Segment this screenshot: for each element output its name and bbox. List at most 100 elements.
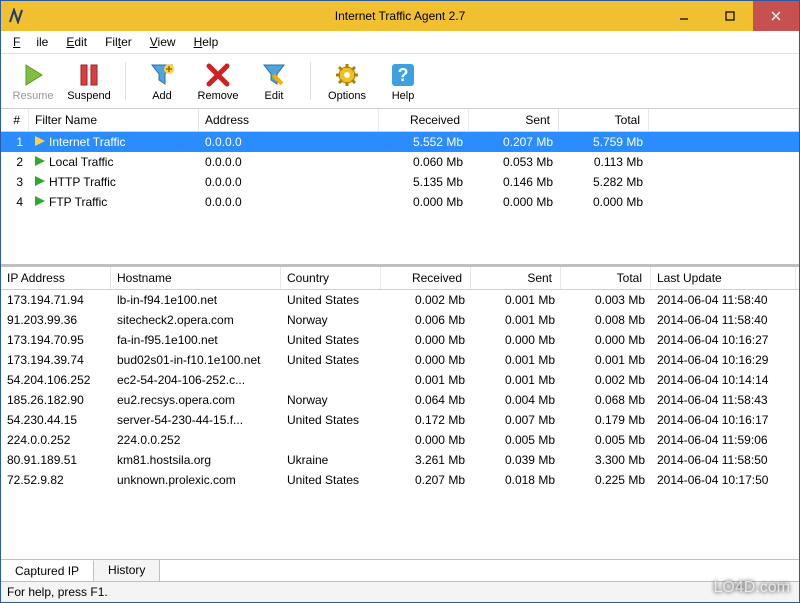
menu-help[interactable]: Help: [186, 33, 227, 51]
cell-total: 0.000 Mb: [559, 195, 649, 209]
cell-sent: 0.000 Mb: [471, 333, 561, 347]
cell-recv: 0.207 Mb: [381, 473, 471, 487]
captured-row[interactable]: 185.26.182.90eu2.recsys.opera.comNorway0…: [1, 390, 799, 410]
captured-row[interactable]: 91.203.99.36sitecheck2.opera.comNorway0.…: [1, 310, 799, 330]
cell-sent: 0.001 Mb: [471, 293, 561, 307]
play-icon: [35, 135, 45, 149]
options-button[interactable]: Options: [321, 58, 373, 104]
col-sent2[interactable]: Sent: [471, 267, 561, 289]
cell-total: 0.003 Mb: [561, 293, 651, 307]
resume-button[interactable]: Resume: [7, 58, 59, 104]
cell-recv: 0.172 Mb: [381, 413, 471, 427]
col-received[interactable]: Received: [379, 109, 469, 131]
minimize-button[interactable]: [661, 1, 707, 31]
cell-name: Local Traffic: [29, 155, 199, 169]
cell-ip: 173.194.70.95: [1, 333, 111, 347]
lower-pane: IP Address Hostname Country Received Sen…: [1, 265, 799, 581]
filter-row[interactable]: 2Local Traffic0.0.0.00.060 Mb0.053 Mb0.1…: [1, 152, 799, 172]
suspend-button[interactable]: Suspend: [63, 58, 115, 104]
filter-row[interactable]: 4FTP Traffic0.0.0.00.000 Mb0.000 Mb0.000…: [1, 192, 799, 212]
cell-time: 2014-06-04 11:58:43: [651, 393, 796, 407]
status-bar: For help, press F1.: [1, 581, 799, 602]
cell-country: Norway: [281, 393, 381, 407]
cell-sent: 0.053 Mb: [469, 155, 559, 169]
cell-country: United States: [281, 413, 381, 427]
cell-host: lb-in-f94.1e100.net: [111, 293, 281, 307]
captured-body: 173.194.71.94lb-in-f94.1e100.net United S…: [1, 290, 799, 559]
toolbar: Resume Suspend Add: [1, 54, 799, 109]
menu-view[interactable]: View: [142, 33, 184, 51]
filters-list: # Filter Name Address Received Sent Tota…: [1, 109, 799, 265]
menu-bar: File Edit Filter View Help: [1, 31, 799, 54]
col-update[interactable]: Last Update: [651, 267, 796, 289]
cell-sent: 0.146 Mb: [469, 175, 559, 189]
captured-row[interactable]: 54.230.44.15server-54-230-44-15.f...Unit…: [1, 410, 799, 430]
cell-name: Internet Traffic: [29, 135, 199, 149]
col-host[interactable]: Hostname: [111, 267, 281, 289]
cell-sent: 0.039 Mb: [471, 453, 561, 467]
cell-total: 3.300 Mb: [561, 453, 651, 467]
help-button[interactable]: ? Help: [377, 58, 429, 104]
menu-filter[interactable]: Filter: [97, 33, 140, 51]
cell-num: 2: [1, 155, 29, 169]
maximize-button[interactable]: [707, 1, 753, 31]
col-total2[interactable]: Total: [561, 267, 651, 289]
col-num[interactable]: #: [1, 109, 29, 131]
close-button[interactable]: [753, 1, 799, 31]
menu-file[interactable]: File: [5, 33, 56, 51]
help-label: Help: [392, 90, 415, 102]
tab-captured-ip[interactable]: Captured IP: [1, 560, 94, 581]
captured-row[interactable]: 72.52.9.82unknown.prolexic.comUnited Sta…: [1, 470, 799, 490]
captured-row[interactable]: 173.194.71.94lb-in-f94.1e100.netUnited S…: [1, 290, 799, 310]
pause-icon: [76, 60, 102, 90]
col-country[interactable]: Country: [281, 267, 381, 289]
menu-edit[interactable]: Edit: [58, 33, 95, 51]
gear-icon: [334, 60, 360, 90]
cell-host: fa-in-f95.1e100.net: [111, 333, 281, 347]
remove-label: Remove: [198, 90, 239, 102]
col-total[interactable]: Total: [559, 109, 649, 131]
captured-row[interactable]: 173.194.70.95fa-in-f95.1e100.netUnited S…: [1, 330, 799, 350]
play-icon: [20, 60, 46, 90]
cell-recv: 0.002 Mb: [381, 293, 471, 307]
remove-button[interactable]: Remove: [192, 58, 244, 104]
captured-row[interactable]: 80.91.189.51km81.hostsila.orgUkraine3.26…: [1, 450, 799, 470]
col-address[interactable]: Address: [199, 109, 379, 131]
col-recv[interactable]: Received: [381, 267, 471, 289]
filter-row[interactable]: 1Internet Traffic0.0.0.05.552 Mb0.207 Mb…: [1, 132, 799, 152]
cell-num: 4: [1, 195, 29, 209]
cell-recv: 3.261 Mb: [381, 453, 471, 467]
col-name[interactable]: Filter Name: [29, 109, 199, 131]
cell-ip: 91.203.99.36: [1, 313, 111, 327]
cell-addr: 0.0.0.0: [199, 135, 379, 149]
play-icon: [35, 155, 45, 169]
remove-icon: [205, 60, 231, 90]
filters-header: # Filter Name Address Received Sent Tota…: [1, 109, 799, 132]
col-sent[interactable]: Sent: [469, 109, 559, 131]
cell-total: 0.005 Mb: [561, 433, 651, 447]
filter-row[interactable]: 3HTTP Traffic0.0.0.05.135 Mb0.146 Mb5.28…: [1, 172, 799, 192]
cell-host: 224.0.0.252: [111, 433, 281, 447]
captured-row[interactable]: 224.0.0.252224.0.0.2520.000 Mb0.005 Mb0.…: [1, 430, 799, 450]
cell-sent: 0.007 Mb: [471, 413, 561, 427]
suspend-label: Suspend: [67, 90, 110, 102]
cell-host: km81.hostsila.org: [111, 453, 281, 467]
cell-total: 0.000 Mb: [561, 333, 651, 347]
cell-ip: 173.194.71.94: [1, 293, 111, 307]
cell-time: 2014-06-04 10:14:14: [651, 373, 796, 387]
cell-recv: 0.000 Mb: [381, 353, 471, 367]
cell-total: 0.179 Mb: [561, 413, 651, 427]
add-button[interactable]: Add: [136, 58, 188, 104]
captured-row[interactable]: 173.194.39.74bud02s01-in-f10.1e100.netUn…: [1, 350, 799, 370]
cell-ip: 173.194.39.74: [1, 353, 111, 367]
edit-button[interactable]: Edit: [248, 58, 300, 104]
cell-addr: 0.0.0.0: [199, 175, 379, 189]
captured-row[interactable]: 54.204.106.252ec2-54-204-106-252.c...0.0…: [1, 370, 799, 390]
captured-header: IP Address Hostname Country Received Sen…: [1, 267, 799, 290]
col-ip[interactable]: IP Address: [1, 267, 111, 289]
filters-body: 1Internet Traffic0.0.0.05.552 Mb0.207 Mb…: [1, 132, 799, 244]
cell-total: 0.002 Mb: [561, 373, 651, 387]
tab-history[interactable]: History: [94, 560, 160, 581]
captured-list: IP Address Hostname Country Received Sen…: [1, 267, 799, 559]
cell-total: 0.113 Mb: [559, 155, 649, 169]
